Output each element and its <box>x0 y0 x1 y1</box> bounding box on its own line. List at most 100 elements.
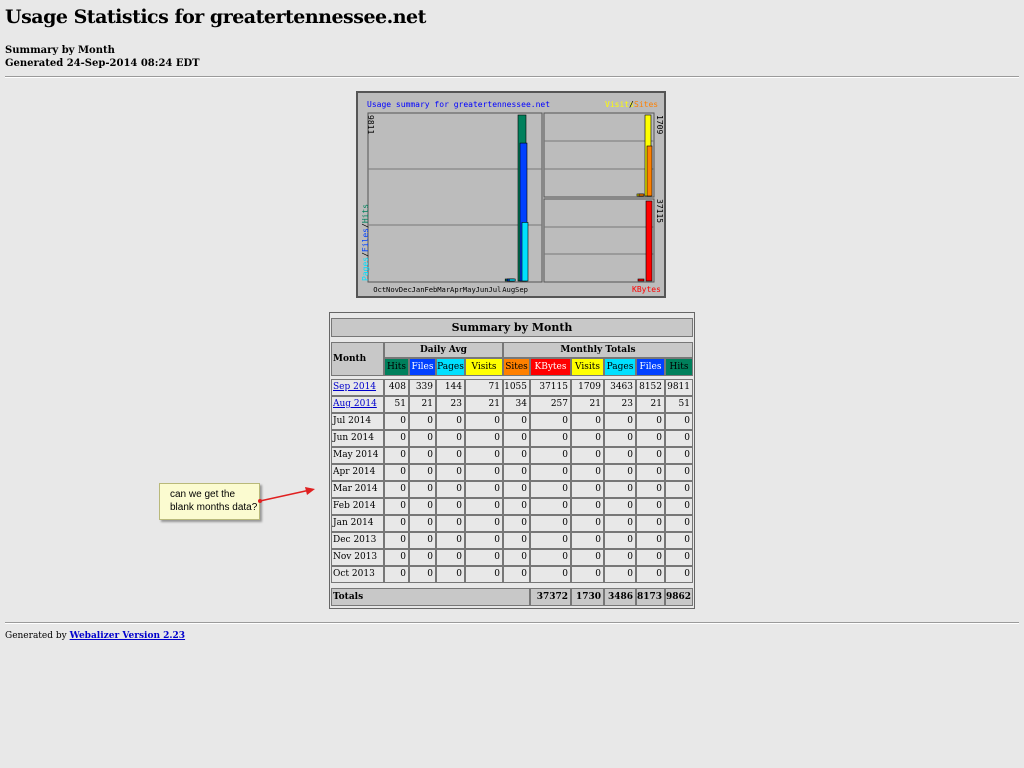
table-cell: 0 <box>571 413 604 430</box>
legend-kbytes: KBytes <box>632 285 661 294</box>
table-cell: 21 <box>409 396 436 413</box>
webalizer-link[interactable]: Webalizer Version 2.23 <box>70 631 185 641</box>
table-cell: 0 <box>409 549 436 566</box>
table-cell: 0 <box>409 413 436 430</box>
table-cell: 0 <box>665 413 693 430</box>
table-cell: 0 <box>503 464 530 481</box>
table-cell: 51 <box>665 396 693 413</box>
bottom-divider <box>5 622 1019 624</box>
table-cell: 0 <box>571 447 604 464</box>
table-cell: 0 <box>571 549 604 566</box>
legend-hits: Hits <box>361 204 370 223</box>
month-label-jul: Jul <box>488 285 501 294</box>
table-cell: 0 <box>436 464 465 481</box>
table-row-month: Sep 2014 <box>331 379 384 396</box>
table-cell: 0 <box>465 464 503 481</box>
table-cell: 0 <box>636 464 665 481</box>
table-cell: 0 <box>530 464 571 481</box>
table-cell: 0 <box>503 430 530 447</box>
table-cell: 0 <box>436 413 465 430</box>
daily-avg-col-pages: Pages <box>436 358 465 376</box>
table-cell: 0 <box>409 447 436 464</box>
table-cell: 0 <box>465 498 503 515</box>
month-link[interactable]: Sep 2014 <box>333 382 376 392</box>
monthly-col-hits: Hits <box>665 358 693 376</box>
daily-avg-col-files: Files <box>409 358 436 376</box>
table-cell: 0 <box>384 464 409 481</box>
table-cell: 0 <box>636 413 665 430</box>
left-legend: Pages/Files/Hits <box>361 204 370 281</box>
table-cell: 0 <box>465 481 503 498</box>
table-cell: 0 <box>503 481 530 498</box>
daily-avg-col-hits: Hits <box>384 358 409 376</box>
table-cell: 8152 <box>636 379 665 396</box>
monthly-col-files: Files <box>636 358 665 376</box>
table-cell: 0 <box>665 481 693 498</box>
month-label-jun: Jun <box>476 285 489 294</box>
table-cell: 0 <box>530 549 571 566</box>
table-cell: 0 <box>503 549 530 566</box>
month-label-mar: Mar <box>437 285 451 294</box>
table-cell: 0 <box>384 498 409 515</box>
table-cell: 0 <box>503 515 530 532</box>
page-title: Usage Statistics for greatertennessee.ne… <box>5 6 426 28</box>
table-cell: 0 <box>436 498 465 515</box>
summary-by-month-table: Summary by Month Month Daily Avg Monthly T… <box>329 312 695 609</box>
totals-cell: 3486 <box>604 588 636 606</box>
table-cell: 0 <box>436 566 465 583</box>
sites-bar-aug <box>638 193 645 197</box>
table-cell: 0 <box>436 447 465 464</box>
right-bottom-axis-max: 37115 <box>655 199 664 223</box>
callout-arrow-line <box>259 489 311 502</box>
month-header: Month <box>331 342 384 376</box>
annotation-callout: can we get the blank months data? <box>159 483 260 520</box>
month-label-sep: Sep <box>515 285 528 294</box>
table-row-month: Dec 2013 <box>331 532 384 549</box>
sites-bar-sep <box>646 145 653 197</box>
table-cell: 9811 <box>665 379 693 396</box>
table-cell: 0 <box>409 464 436 481</box>
table-cell: 0 <box>409 498 436 515</box>
table-cell: 0 <box>604 515 636 532</box>
table-cell: 0 <box>409 532 436 549</box>
table-row-month: Jul 2014 <box>331 413 384 430</box>
monthly-col-visits: Visits <box>571 358 604 376</box>
table-cell: 0 <box>384 566 409 583</box>
table-cell: 0 <box>530 515 571 532</box>
table-cell: 0 <box>530 532 571 549</box>
totals-label: Totals <box>331 588 530 606</box>
table-cell: 21 <box>465 396 503 413</box>
table-cell: 257 <box>530 396 571 413</box>
table-cell: 0 <box>571 464 604 481</box>
table-cell: 0 <box>465 566 503 583</box>
generated-timestamp: Generated 24-Sep-2014 08:24 EDT <box>5 58 200 69</box>
table-row-month: Oct 2013 <box>331 566 384 583</box>
table-cell: 0 <box>604 532 636 549</box>
month-label-dec: Dec <box>399 285 412 294</box>
table-row-month: Nov 2013 <box>331 549 384 566</box>
table-cell: 0 <box>530 498 571 515</box>
table-row-month: Apr 2014 <box>331 464 384 481</box>
month-link[interactable]: Aug 2014 <box>333 399 377 409</box>
totals-cell: 8173 <box>636 588 665 606</box>
kbytes-bar-sep <box>645 200 653 282</box>
table-cell: 0 <box>604 430 636 447</box>
table-cell: 71 <box>465 379 503 396</box>
legend-pages: Pages <box>361 257 370 281</box>
monthly-totals-header: Monthly Totals <box>503 342 693 358</box>
table-cell: 0 <box>571 566 604 583</box>
table-cell: 0 <box>436 532 465 549</box>
table-cell: 51 <box>384 396 409 413</box>
table-cell: 0 <box>384 430 409 447</box>
table-cell: 0 <box>465 413 503 430</box>
month-label-apr: Apr <box>450 285 464 294</box>
table-cell: 0 <box>409 481 436 498</box>
table-cell: 0 <box>530 447 571 464</box>
table-cell: 0 <box>436 430 465 447</box>
legend-sites: Sites <box>634 100 658 109</box>
table-cell: 0 <box>384 515 409 532</box>
table-cell: 0 <box>384 447 409 464</box>
totals-cell: 37372 <box>530 588 571 606</box>
table-cell: 144 <box>436 379 465 396</box>
totals-cell: 9862 <box>665 588 693 606</box>
